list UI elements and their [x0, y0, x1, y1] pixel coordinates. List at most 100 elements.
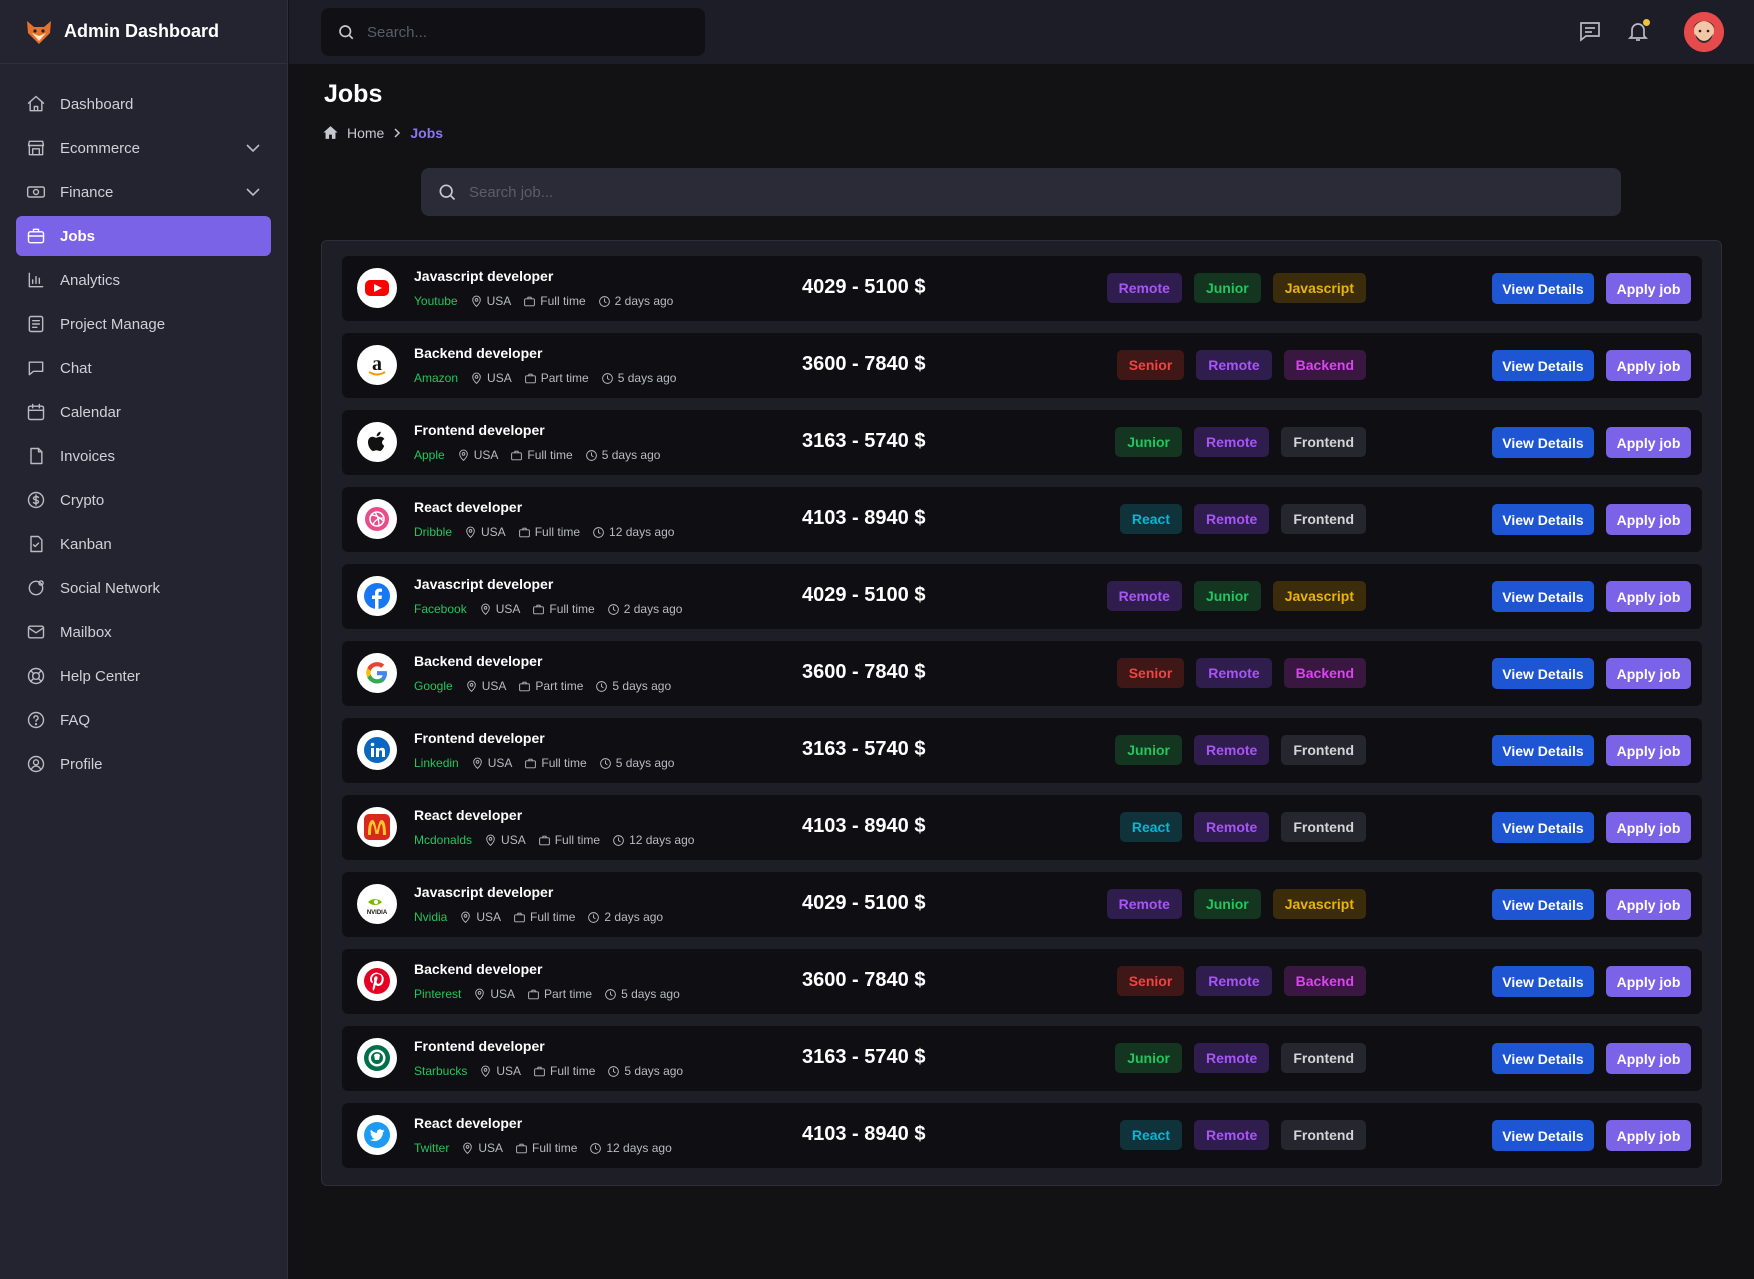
avatar[interactable]	[1684, 12, 1724, 52]
tag-remote[interactable]: Remote	[1193, 427, 1270, 457]
company-name[interactable]: Nvidia	[414, 910, 447, 924]
job-search-input[interactable]	[469, 183, 769, 201]
sidebar-item-social-network[interactable]: Social Network	[16, 568, 271, 608]
apply-job-button[interactable]: Apply job	[1606, 504, 1691, 535]
tag-backend[interactable]: Backend	[1283, 658, 1366, 688]
sidebar-item-faq[interactable]: FAQ	[16, 700, 271, 740]
apply-job-button[interactable]: Apply job	[1606, 1120, 1691, 1151]
job-title[interactable]: Backend developer	[414, 653, 542, 669]
company-name[interactable]: Youtube	[414, 294, 458, 308]
tag-remote[interactable]: Remote	[1193, 1120, 1270, 1150]
tag-remote[interactable]: Remote	[1193, 735, 1270, 765]
view-details-button[interactable]: View Details	[1492, 427, 1594, 458]
tag-junior[interactable]: Junior	[1115, 1043, 1182, 1073]
job-title[interactable]: Javascript developer	[414, 884, 553, 900]
job-title[interactable]: Frontend developer	[414, 1038, 545, 1054]
sidebar-item-jobs[interactable]: Jobs	[16, 216, 271, 256]
tag-frontend[interactable]: Frontend	[1281, 504, 1366, 534]
tag-remote[interactable]: Remote	[1193, 504, 1270, 534]
view-details-button[interactable]: View Details	[1492, 658, 1594, 689]
job-title[interactable]: Frontend developer	[414, 730, 545, 746]
tag-junior[interactable]: Junior	[1115, 735, 1182, 765]
tag-frontend[interactable]: Frontend	[1281, 1120, 1366, 1150]
sidebar-item-calendar[interactable]: Calendar	[16, 392, 271, 432]
message-icon[interactable]	[1578, 19, 1602, 43]
sidebar-item-analytics[interactable]: Analytics	[16, 260, 271, 300]
apply-job-button[interactable]: Apply job	[1606, 273, 1691, 304]
tag-remote[interactable]: Remote	[1193, 812, 1270, 842]
company-name[interactable]: Pinterest	[414, 987, 461, 1001]
view-details-button[interactable]: View Details	[1492, 504, 1594, 535]
apply-job-button[interactable]: Apply job	[1606, 966, 1691, 997]
sidebar-item-chat[interactable]: Chat	[16, 348, 271, 388]
view-details-button[interactable]: View Details	[1492, 812, 1594, 843]
sidebar-item-crypto[interactable]: Crypto	[16, 480, 271, 520]
sidebar-item-ecommerce[interactable]: Ecommerce	[16, 128, 271, 168]
top-search-input[interactable]	[367, 23, 667, 41]
apply-job-button[interactable]: Apply job	[1606, 581, 1691, 612]
chevron-down-icon[interactable]	[245, 140, 261, 156]
apply-job-button[interactable]: Apply job	[1606, 1043, 1691, 1074]
company-name[interactable]: Linkedin	[414, 756, 459, 770]
sidebar-item-invoices[interactable]: Invoices	[16, 436, 271, 476]
brand[interactable]: Admin Dashboard	[0, 0, 287, 64]
company-name[interactable]: Facebook	[414, 602, 467, 616]
sidebar-item-dashboard[interactable]: Dashboard	[16, 84, 271, 124]
view-details-button[interactable]: View Details	[1492, 581, 1594, 612]
tag-senior[interactable]: Senior	[1116, 350, 1185, 380]
tag-junior[interactable]: Junior	[1193, 889, 1261, 919]
company-name[interactable]: Twitter	[414, 1141, 449, 1155]
tag-javascript[interactable]: Javascript	[1272, 273, 1366, 303]
view-details-button[interactable]: View Details	[1492, 273, 1594, 304]
apply-job-button[interactable]: Apply job	[1606, 427, 1691, 458]
tag-senior[interactable]: Senior	[1116, 658, 1185, 688]
job-title[interactable]: React developer	[414, 1115, 522, 1131]
apply-job-button[interactable]: Apply job	[1606, 658, 1691, 689]
apply-job-button[interactable]: Apply job	[1606, 350, 1691, 381]
job-title[interactable]: React developer	[414, 499, 522, 515]
company-name[interactable]: Amazon	[414, 371, 458, 385]
tag-javascript[interactable]: Javascript	[1272, 581, 1366, 611]
tag-react[interactable]: React	[1119, 812, 1182, 842]
tag-junior[interactable]: Junior	[1193, 273, 1261, 303]
tag-remote[interactable]: Remote	[1193, 1043, 1270, 1073]
sidebar-item-kanban[interactable]: Kanban	[16, 524, 271, 564]
company-name[interactable]: Google	[414, 679, 453, 693]
apply-job-button[interactable]: Apply job	[1606, 812, 1691, 843]
tag-backend[interactable]: Backend	[1283, 966, 1366, 996]
sidebar-item-profile[interactable]: Profile	[16, 744, 271, 784]
sidebar-item-help-center[interactable]: Help Center	[16, 656, 271, 696]
chevron-down-icon[interactable]	[245, 184, 261, 200]
sidebar-item-finance[interactable]: Finance	[16, 172, 271, 212]
apply-job-button[interactable]: Apply job	[1606, 735, 1691, 766]
tag-frontend[interactable]: Frontend	[1281, 427, 1366, 457]
company-name[interactable]: Mcdonalds	[414, 833, 472, 847]
tag-javascript[interactable]: Javascript	[1272, 889, 1366, 919]
view-details-button[interactable]: View Details	[1492, 966, 1594, 997]
job-title[interactable]: React developer	[414, 807, 522, 823]
company-name[interactable]: Starbucks	[414, 1064, 467, 1078]
job-title[interactable]: Javascript developer	[414, 576, 553, 592]
job-title[interactable]: Javascript developer	[414, 268, 553, 284]
view-details-button[interactable]: View Details	[1492, 1120, 1594, 1151]
tag-remote[interactable]: Remote	[1196, 658, 1272, 688]
job-title[interactable]: Frontend developer	[414, 422, 545, 438]
view-details-button[interactable]: View Details	[1492, 350, 1594, 381]
company-name[interactable]: Dribble	[414, 525, 452, 539]
tag-frontend[interactable]: Frontend	[1281, 1043, 1366, 1073]
tag-junior[interactable]: Junior	[1193, 581, 1261, 611]
tag-remote[interactable]: Remote	[1196, 350, 1272, 380]
job-title[interactable]: Backend developer	[414, 961, 542, 977]
tag-react[interactable]: React	[1119, 1120, 1182, 1150]
view-details-button[interactable]: View Details	[1492, 735, 1594, 766]
tag-senior[interactable]: Senior	[1116, 966, 1185, 996]
tag-frontend[interactable]: Frontend	[1281, 735, 1366, 765]
home-icon[interactable]	[322, 124, 339, 141]
apply-job-button[interactable]: Apply job	[1606, 889, 1691, 920]
tag-remote[interactable]: Remote	[1106, 889, 1182, 919]
sidebar-item-mailbox[interactable]: Mailbox	[16, 612, 271, 652]
tag-junior[interactable]: Junior	[1115, 427, 1182, 457]
breadcrumb-home[interactable]: Home	[347, 125, 384, 141]
tag-react[interactable]: React	[1119, 504, 1182, 534]
tag-remote[interactable]: Remote	[1106, 273, 1182, 303]
